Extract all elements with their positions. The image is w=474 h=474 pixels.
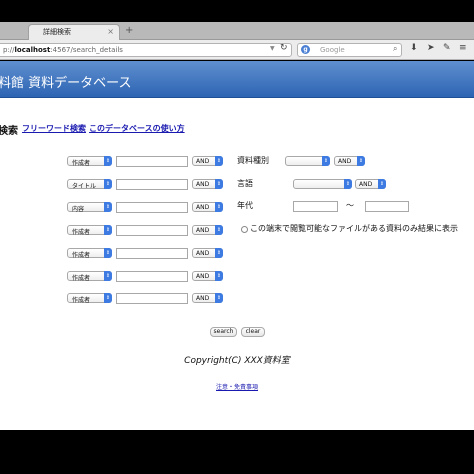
select-arrow-icon: ⇕ [104,271,112,281]
select-arrow-icon: ⇕ [104,293,112,303]
era-from-input[interactable] [293,201,338,212]
new-tab-icon[interactable]: + [125,25,133,36]
operator-select[interactable]: AND ⇕ [192,202,223,212]
select-arrow-icon: ⇕ [378,179,386,189]
howto-link[interactable]: このデータベースの使い方 [89,123,185,134]
operator-select[interactable]: AND ⇕ [192,179,223,189]
notice-link[interactable]: 注意・免責事項 [0,382,474,391]
search-button[interactable]: search [210,327,237,337]
operator-select[interactable]: AND ⇕ [192,293,223,303]
url-dropdown-icon[interactable]: ▼ [270,45,275,52]
page-title: 検索 [0,126,18,137]
material-type-label: 資料種別 [237,156,269,165]
menu-icon[interactable]: ≡ [459,43,467,53]
field-select[interactable]: 作成者 ⇕ [67,156,112,167]
search-magnifier-icon[interactable]: ⌕ [393,44,397,54]
select-arrow-icon: ⇕ [215,293,223,303]
select-arrow-icon: ⇕ [215,271,223,281]
select-arrow-icon: ⇕ [104,248,112,258]
era-separator: 〜 [346,201,354,210]
close-icon[interactable]: × [107,27,114,36]
language-label: 言語 [237,179,253,188]
send-icon[interactable]: ➤ [427,43,435,53]
site-banner: 料館 資料データベース [0,61,474,98]
era-label: 年代 [237,201,253,210]
era-to-input[interactable] [365,201,409,212]
field-select[interactable]: 作成者 ⇕ [67,248,112,259]
language-operator-select[interactable]: AND ⇕ [355,179,386,189]
field-select[interactable]: 作成者 ⇕ [67,293,112,304]
material-type-select[interactable]: ⇕ [285,156,330,166]
keyword-input[interactable] [116,293,188,304]
select-arrow-icon: ⇕ [215,156,223,166]
keyword-input[interactable] [116,271,188,282]
operator-select[interactable]: AND ⇕ [192,248,223,258]
bookmark-icon[interactable]: ✎ [443,43,451,53]
keyword-input[interactable] [116,156,188,167]
viewable-only-radio[interactable] [241,226,248,233]
language-select[interactable]: ⇕ [293,179,352,189]
keyword-input[interactable] [116,225,188,236]
material-type-operator-select[interactable]: AND ⇕ [334,156,365,166]
freeword-search-link[interactable]: フリーワード検索 [22,123,86,134]
field-select[interactable]: 作成者 ⇕ [67,271,112,282]
page-content: 料館 資料データベース 検索 フリーワード検索 このデータベースの使い方 作成者… [0,61,474,430]
select-arrow-icon: ⇕ [357,156,365,166]
operator-select[interactable]: AND ⇕ [192,156,223,166]
browser-nav-bar: p://localhost:4567/search_details Google [0,40,474,60]
operator-select[interactable]: AND ⇕ [192,225,223,235]
select-arrow-icon: ⇕ [215,202,223,212]
browser-tab-bar: 詳細検索 × + [0,22,474,40]
site-title: 料館 資料データベース [0,76,132,91]
field-select[interactable]: タイトル ⇕ [67,179,112,190]
keyword-input[interactable] [116,179,188,190]
select-arrow-icon: ⇕ [104,225,112,235]
select-arrow-icon: ⇕ [344,179,352,189]
browser-tab[interactable]: 詳細検索 × [28,24,120,40]
url-input[interactable]: p://localhost:4567/search_details [0,43,292,57]
browser-search-input[interactable]: Google [297,43,402,57]
reload-icon[interactable]: ↻ [280,43,288,53]
select-arrow-icon: ⇕ [322,156,330,166]
select-arrow-icon: ⇕ [104,202,112,212]
google-icon[interactable]: g [301,45,310,54]
select-arrow-icon: ⇕ [215,225,223,235]
tab-title: 詳細検索 [43,28,71,36]
download-icon[interactable]: ⬇ [410,43,418,53]
select-arrow-icon: ⇕ [215,179,223,189]
field-select[interactable]: 内容 ⇕ [67,202,112,213]
keyword-input[interactable] [116,202,188,213]
copyright: Copyright(C) XXX資料室 [184,356,290,366]
operator-select[interactable]: AND ⇕ [192,271,223,281]
viewable-only-label: この端末で閲覧可能なファイルがある資料のみ結果に表示 [250,224,458,233]
select-arrow-icon: ⇕ [104,156,112,166]
select-arrow-icon: ⇕ [215,248,223,258]
clear-button[interactable]: clear [241,327,265,337]
select-arrow-icon: ⇕ [104,179,112,189]
field-select[interactable]: 作成者 ⇕ [67,225,112,236]
keyword-input[interactable] [116,248,188,259]
